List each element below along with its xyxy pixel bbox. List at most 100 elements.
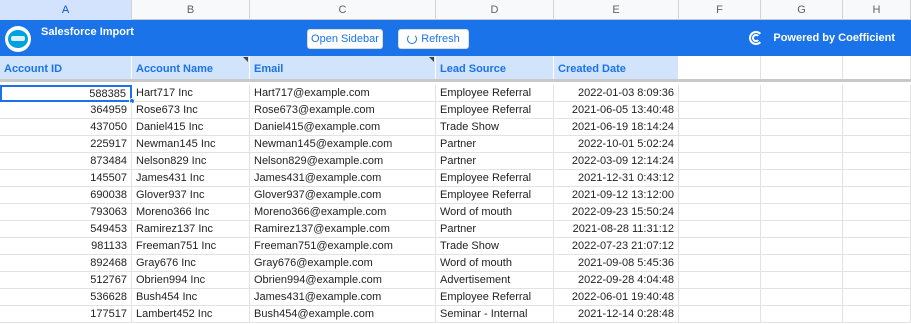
email-cell[interactable]: Bush454@example.com [250, 306, 436, 323]
account-name-cell[interactable]: Freeman751 Inc [132, 238, 250, 255]
empty-cell[interactable] [679, 306, 761, 323]
account-id-cell[interactable]: 892468 [0, 255, 132, 272]
empty-cell[interactable] [761, 170, 843, 187]
empty-cell[interactable] [679, 102, 761, 119]
created-date-cell[interactable]: 2022-06-01 19:40:48 [554, 289, 679, 306]
email-cell[interactable]: Daniel415@example.com [250, 119, 436, 136]
open-sidebar-button[interactable]: Open Sidebar [307, 29, 383, 49]
account-name-cell[interactable]: Bush454 Inc [132, 289, 250, 306]
lead-source-cell[interactable]: Advertisement [436, 272, 554, 289]
email-cell[interactable]: James431@example.com [250, 289, 436, 306]
empty-cell[interactable] [843, 204, 911, 221]
account-id-cell[interactable]: 145507 [0, 170, 132, 187]
created-date-cell[interactable]: 2022-07-23 21:07:12 [554, 238, 679, 255]
empty-cell[interactable] [843, 221, 911, 238]
empty-cell[interactable] [679, 85, 761, 102]
account-name-cell[interactable]: Rose673 Inc [132, 102, 250, 119]
empty-cell[interactable] [761, 56, 843, 79]
email-cell[interactable]: Ramirez137@example.com [250, 221, 436, 238]
header-lead-source[interactable]: Lead Source [436, 56, 554, 79]
lead-source-cell[interactable]: Seminar - Internal [436, 306, 554, 323]
account-name-cell[interactable]: Hart717 Inc [132, 85, 250, 102]
empty-cell[interactable] [843, 153, 911, 170]
empty-cell[interactable] [843, 238, 911, 255]
created-date-cell[interactable]: 2021-08-28 11:31:12 [554, 221, 679, 238]
empty-cell[interactable] [679, 289, 761, 306]
created-date-cell[interactable]: 2022-03-09 12:14:24 [554, 153, 679, 170]
empty-cell[interactable] [761, 306, 843, 323]
empty-cell[interactable] [679, 272, 761, 289]
account-id-cell[interactable]: 225917 [0, 136, 132, 153]
account-id-cell[interactable]: 177517 [0, 306, 132, 323]
lead-source-cell[interactable]: Employee Referral [436, 289, 554, 306]
email-cell[interactable]: Rose673@example.com [250, 102, 436, 119]
header-account-id[interactable]: Account ID [0, 56, 132, 79]
empty-cell[interactable] [761, 255, 843, 272]
email-cell[interactable]: Glover937@example.com [250, 187, 436, 204]
column-header-h[interactable]: H [843, 0, 911, 20]
created-date-cell[interactable]: 2021-09-12 13:12:00 [554, 187, 679, 204]
lead-source-cell[interactable]: Trade Show [436, 119, 554, 136]
account-name-cell[interactable]: Lambert452 Inc [132, 306, 250, 323]
lead-source-cell[interactable]: Employee Referral [436, 102, 554, 119]
header-account-name[interactable]: Account Name [132, 56, 250, 79]
account-name-cell[interactable]: Gray676 Inc [132, 255, 250, 272]
email-cell[interactable]: Obrien994@example.com [250, 272, 436, 289]
empty-cell[interactable] [761, 85, 843, 102]
column-header-g[interactable]: G [761, 0, 843, 20]
empty-cell[interactable] [843, 136, 911, 153]
lead-source-cell[interactable]: Employee Referral [436, 85, 554, 102]
created-date-cell[interactable]: 2021-06-05 13:40:48 [554, 102, 679, 119]
empty-cell[interactable] [679, 238, 761, 255]
column-header-b[interactable]: B [132, 0, 250, 20]
column-header-a[interactable]: A [0, 0, 132, 20]
empty-cell[interactable] [679, 119, 761, 136]
empty-cell[interactable] [679, 170, 761, 187]
empty-cell[interactable] [679, 255, 761, 272]
column-header-c[interactable]: C [250, 0, 436, 20]
account-id-cell[interactable]: 549453 [0, 221, 132, 238]
account-name-cell[interactable]: Moreno366 Inc [132, 204, 250, 221]
empty-cell[interactable] [843, 85, 911, 102]
created-date-cell[interactable]: 2021-09-08 5:45:36 [554, 255, 679, 272]
lead-source-cell[interactable]: Word of mouth [436, 204, 554, 221]
column-header-e[interactable]: E [554, 0, 679, 20]
empty-cell[interactable] [843, 272, 911, 289]
header-created-date[interactable]: Created Date [554, 56, 679, 79]
empty-cell[interactable] [761, 119, 843, 136]
account-name-cell[interactable]: Obrien994 Inc [132, 272, 250, 289]
empty-cell[interactable] [761, 221, 843, 238]
account-name-cell[interactable]: Ramirez137 Inc [132, 221, 250, 238]
email-cell[interactable]: Hart717@example.com [250, 85, 436, 102]
empty-cell[interactable] [843, 255, 911, 272]
lead-source-cell[interactable]: Employee Referral [436, 187, 554, 204]
created-date-cell[interactable]: 2022-09-23 15:50:24 [554, 204, 679, 221]
email-cell[interactable]: Moreno366@example.com [250, 204, 436, 221]
empty-cell[interactable] [761, 153, 843, 170]
account-id-cell[interactable]: 536628 [0, 289, 132, 306]
created-date-cell[interactable]: 2022-01-03 8:09:36 [554, 85, 679, 102]
refresh-button[interactable]: Refresh [398, 29, 469, 49]
empty-cell[interactable] [761, 238, 843, 255]
empty-cell[interactable] [761, 102, 843, 119]
account-name-cell[interactable]: James431 Inc [132, 170, 250, 187]
lead-source-cell[interactable]: Word of mouth [436, 255, 554, 272]
account-name-cell[interactable]: Nelson829 Inc [132, 153, 250, 170]
empty-cell[interactable] [761, 272, 843, 289]
empty-cell[interactable] [679, 204, 761, 221]
created-date-cell[interactable]: 2022-09-28 4:04:48 [554, 272, 679, 289]
account-id-cell[interactable]: 690038 [0, 187, 132, 204]
account-id-cell[interactable]: 437050 [0, 119, 132, 136]
lead-source-cell[interactable]: Partner [436, 136, 554, 153]
column-header-f[interactable]: F [679, 0, 761, 20]
empty-cell[interactable] [679, 153, 761, 170]
lead-source-cell[interactable]: Employee Referral [436, 170, 554, 187]
account-id-cell[interactable]: 873484 [0, 153, 132, 170]
account-id-cell[interactable]: 981133 [0, 238, 132, 255]
created-date-cell[interactable]: 2021-12-31 0:43:12 [554, 170, 679, 187]
empty-cell[interactable] [843, 289, 911, 306]
account-id-cell[interactable]: 364959 [0, 102, 132, 119]
header-email[interactable]: Email [250, 56, 436, 79]
email-cell[interactable]: Freeman751@example.com [250, 238, 436, 255]
empty-cell[interactable] [843, 187, 911, 204]
